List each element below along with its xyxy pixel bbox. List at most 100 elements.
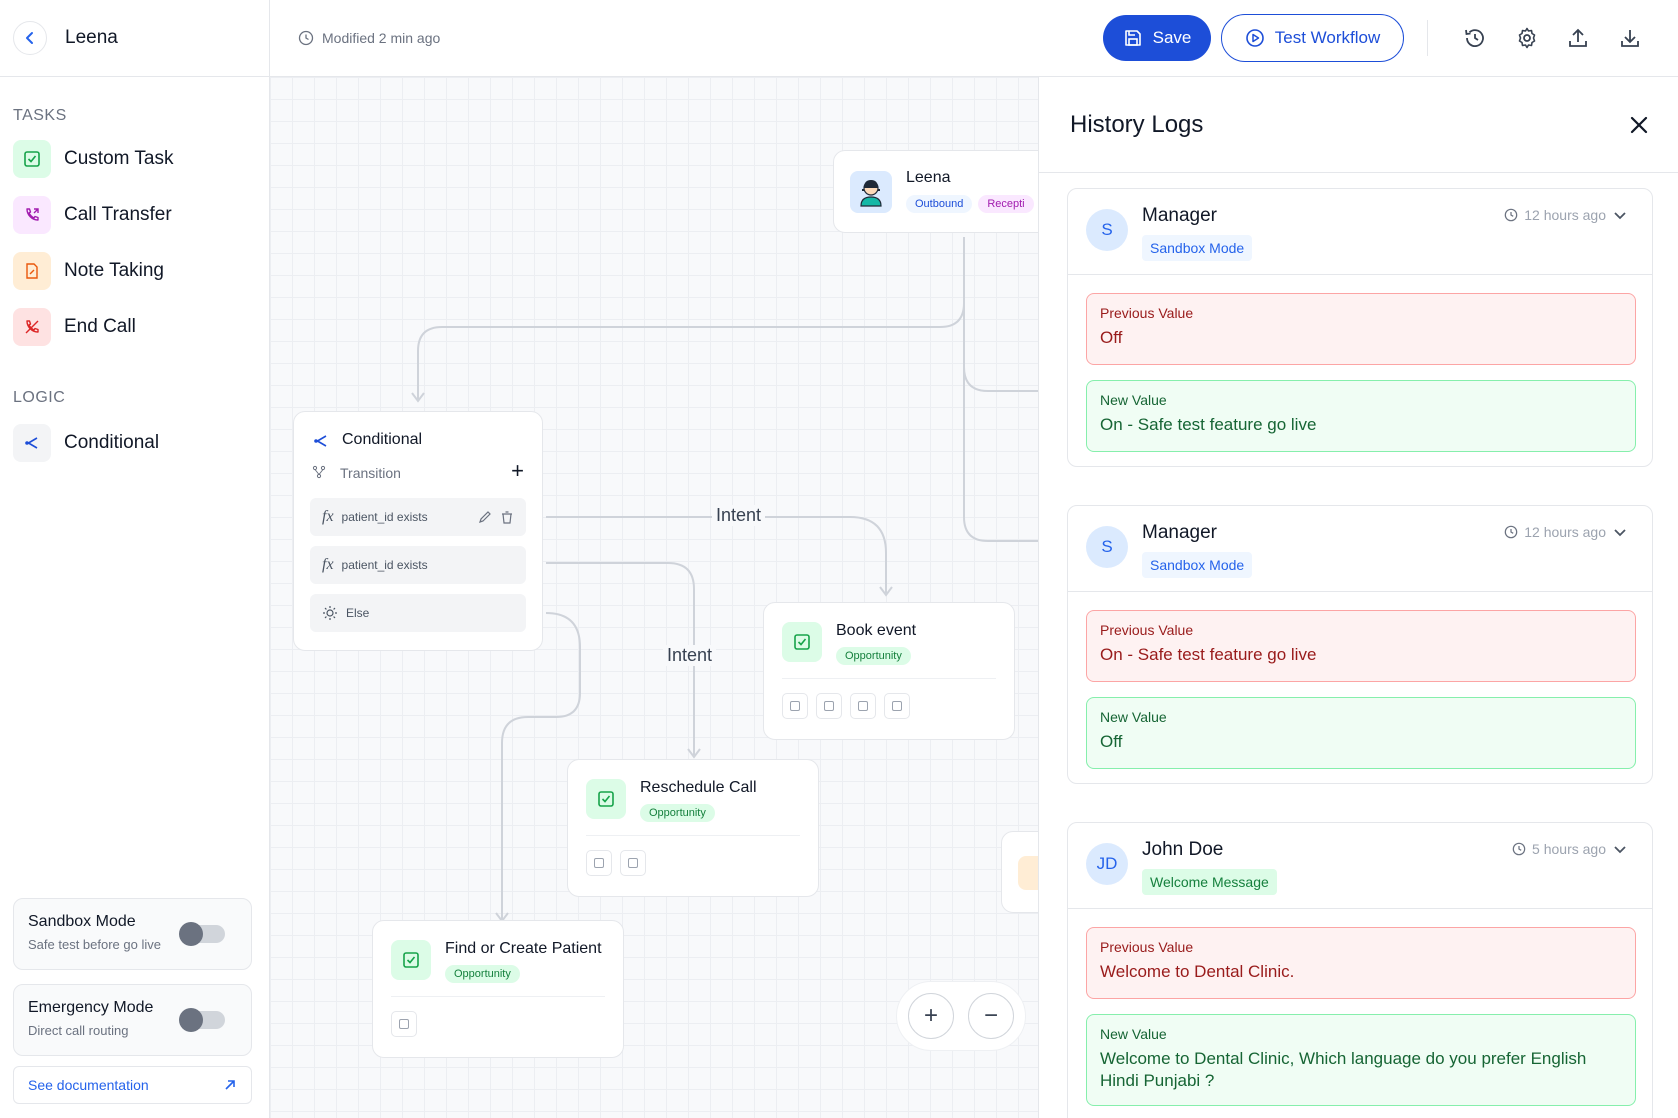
log-header: S Manager Sandbox Mode 12 hours ago bbox=[1068, 506, 1652, 592]
start-node-leena[interactable]: Leena Outbound Recepti bbox=[833, 150, 1038, 233]
new-value-label: New Value bbox=[1100, 392, 1167, 408]
sun-icon bbox=[323, 606, 337, 620]
zoom-out-button[interactable]: − bbox=[968, 993, 1014, 1039]
clock-icon bbox=[1504, 208, 1518, 222]
action-slot[interactable] bbox=[816, 693, 842, 719]
transition-label: Transition bbox=[340, 465, 401, 481]
edge-label-intent-1: Intent bbox=[712, 505, 766, 526]
clock-icon bbox=[1504, 525, 1518, 539]
condition-row-2[interactable]: fx patient_id exists bbox=[310, 546, 526, 584]
action-slot[interactable] bbox=[782, 693, 808, 719]
pencil-icon[interactable] bbox=[478, 510, 492, 524]
node-badge: Opportunity bbox=[836, 647, 911, 665]
log-tag: Sandbox Mode bbox=[1142, 235, 1253, 261]
close-icon[interactable] bbox=[1628, 114, 1650, 136]
zoom-controls: + − bbox=[896, 981, 1026, 1051]
logic-conditional[interactable]: Conditional bbox=[0, 415, 269, 471]
log-author: John Doe bbox=[1142, 839, 1224, 860]
check-square-icon bbox=[586, 779, 626, 819]
logic-label: Conditional bbox=[64, 432, 160, 453]
action-slot[interactable] bbox=[850, 693, 876, 719]
node-badge: Opportunity bbox=[640, 804, 715, 822]
sandbox-mode-toggle[interactable] bbox=[179, 922, 225, 946]
node-reschedule-call[interactable]: Reschedule Call Opportunity bbox=[567, 759, 819, 897]
node-book-event[interactable]: Book event Opportunity bbox=[763, 602, 1015, 740]
conditional-node[interactable]: Conditional Transition + fx patient_id e… bbox=[293, 411, 543, 651]
emergency-mode-toggle[interactable] bbox=[179, 1008, 225, 1032]
task-custom-task[interactable]: Custom Task bbox=[0, 131, 269, 187]
play-circle-icon bbox=[1245, 29, 1264, 47]
add-transition-button[interactable]: + bbox=[511, 458, 524, 484]
save-icon bbox=[1124, 30, 1141, 46]
chevron-down-icon[interactable] bbox=[1612, 524, 1628, 540]
modified-text: Modified 2 min ago bbox=[322, 30, 441, 46]
trash-icon[interactable] bbox=[500, 510, 514, 524]
node-partial[interactable] bbox=[1001, 831, 1038, 913]
history-log-entry[interactable]: S Manager Sandbox Mode 12 hours ago Prev… bbox=[1067, 188, 1653, 467]
node-title: Find or Create Patient bbox=[445, 940, 602, 957]
history-log-entry[interactable]: S Manager Sandbox Mode 12 hours ago Prev… bbox=[1067, 505, 1653, 784]
avatar: S bbox=[1086, 526, 1128, 568]
workflow-canvas[interactable]: Leena Outbound Recepti Conditional Trans… bbox=[270, 77, 1038, 1118]
modified-status: Modified 2 min ago bbox=[298, 30, 440, 46]
log-time: 5 hours ago bbox=[1512, 841, 1628, 857]
phone-forward-icon bbox=[13, 196, 51, 234]
edge-label-intent-2: Intent bbox=[663, 645, 717, 666]
task-end-call[interactable]: End Call bbox=[0, 299, 269, 355]
function-icon: fx bbox=[322, 508, 334, 525]
upload-icon[interactable] bbox=[1564, 24, 1592, 52]
node-find-or-create-patient[interactable]: Find or Create Patient Opportunity bbox=[372, 920, 624, 1058]
gear-icon[interactable] bbox=[1513, 24, 1541, 52]
function-icon: fx bbox=[322, 556, 334, 573]
back-button[interactable] bbox=[13, 21, 47, 55]
action-slot[interactable] bbox=[586, 850, 612, 876]
history-icon[interactable] bbox=[1461, 24, 1489, 52]
log-header: S Manager Sandbox Mode 12 hours ago bbox=[1068, 189, 1652, 275]
top-bar: Modified 2 min ago Save Test Workflow bbox=[270, 0, 1678, 77]
task-note-taking[interactable]: Note Taking bbox=[0, 243, 269, 299]
note-icon bbox=[13, 252, 51, 290]
new-value-label: New Value bbox=[1100, 1026, 1167, 1042]
condition-text: patient_id exists bbox=[341, 510, 428, 524]
previous-value-text: Welcome to Dental Clinic. bbox=[1100, 962, 1295, 981]
action-slot[interactable] bbox=[391, 1011, 417, 1037]
action-slot[interactable] bbox=[884, 693, 910, 719]
zoom-in-button[interactable]: + bbox=[908, 993, 954, 1039]
log-time-text: 5 hours ago bbox=[1532, 841, 1606, 857]
condition-text: Else bbox=[346, 606, 370, 620]
branch-icon bbox=[314, 435, 327, 447]
task-call-transfer[interactable]: Call Transfer bbox=[0, 187, 269, 243]
action-slot[interactable] bbox=[620, 850, 646, 876]
previous-value-text: On - Safe test feature go live bbox=[1100, 645, 1317, 664]
chevron-down-icon[interactable] bbox=[1612, 841, 1628, 857]
new-value-box: New Value Off bbox=[1086, 697, 1636, 769]
badge-reception: Recepti bbox=[978, 195, 1034, 213]
test-workflow-button[interactable]: Test Workflow bbox=[1221, 14, 1404, 62]
previous-value-label: Previous Value bbox=[1100, 939, 1194, 955]
transition-icon bbox=[312, 465, 326, 479]
sidebar: Leena TASKS Custom Task Call Transfer No… bbox=[0, 0, 270, 1118]
history-log-entry[interactable]: JD John Doe Welcome Message 5 hours ago … bbox=[1067, 822, 1653, 1118]
start-node-badges: Outbound Recepti bbox=[906, 195, 1034, 213]
condition-row-else[interactable]: Else bbox=[310, 594, 526, 632]
avatar: JD bbox=[1086, 843, 1128, 885]
tasks-section-label: TASKS bbox=[13, 107, 67, 124]
new-value-label: New Value bbox=[1100, 709, 1167, 725]
sandbox-mode-card: Sandbox Mode Safe test before go live bbox=[13, 898, 252, 970]
node-divider bbox=[586, 835, 800, 836]
previous-value-label: Previous Value bbox=[1100, 305, 1194, 321]
log-time: 12 hours ago bbox=[1504, 524, 1628, 540]
see-documentation-link[interactable]: See documentation bbox=[13, 1066, 252, 1104]
chevron-down-icon[interactable] bbox=[1612, 207, 1628, 223]
history-header: History Logs bbox=[1039, 77, 1678, 173]
condition-row-1[interactable]: fx patient_id exists bbox=[310, 498, 526, 536]
node-actions bbox=[782, 693, 910, 719]
new-value-box: New Value On - Safe test feature go live bbox=[1086, 380, 1636, 452]
new-value-text: Off bbox=[1100, 732, 1123, 751]
condition-text: patient_id exists bbox=[341, 558, 428, 572]
download-icon[interactable] bbox=[1616, 24, 1644, 52]
previous-value-box: Previous Value Welcome to Dental Clinic. bbox=[1086, 927, 1636, 999]
history-title: History Logs bbox=[1070, 110, 1204, 138]
save-button[interactable]: Save bbox=[1103, 15, 1211, 61]
toolbar-divider bbox=[1427, 20, 1428, 56]
